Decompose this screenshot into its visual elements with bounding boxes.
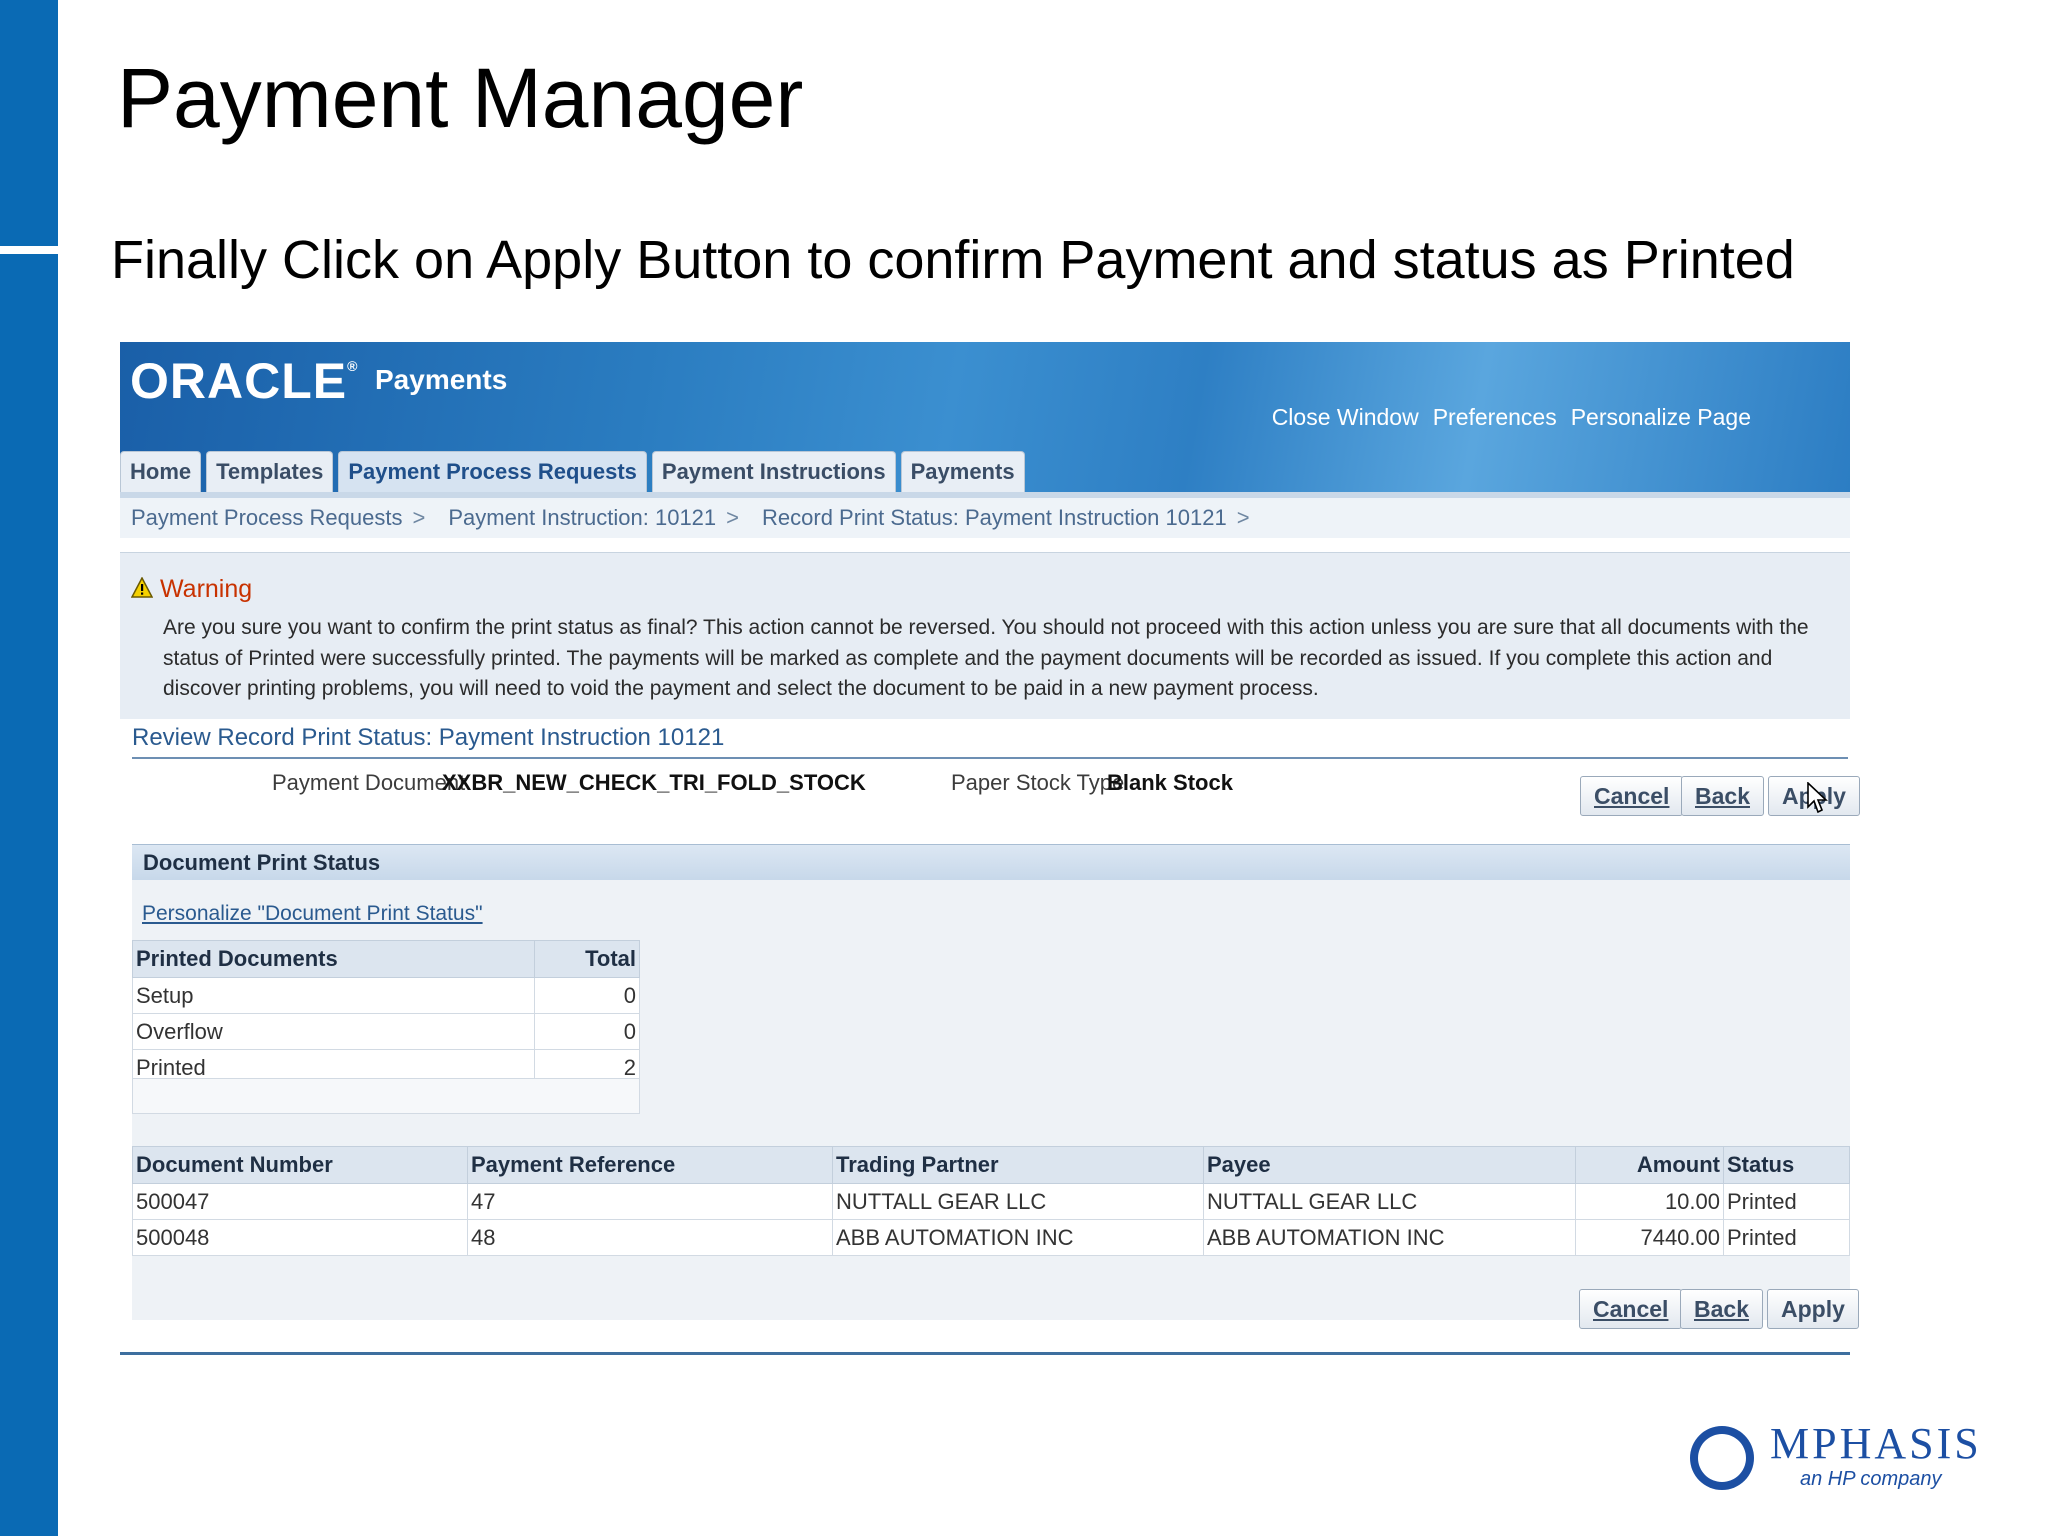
column-status[interactable]: Status	[1723, 1146, 1850, 1184]
table-row: 500048 48 ABB AUTOMATION INC ABB AUTOMAT…	[132, 1219, 1850, 1256]
back-button-top[interactable]: Back	[1681, 776, 1764, 816]
printed-doc-name: Overflow	[132, 1013, 535, 1050]
close-window-link[interactable]: Close Window	[1272, 404, 1419, 431]
warning-title: Warning	[160, 575, 253, 603]
back-button-bottom[interactable]: Back	[1680, 1289, 1763, 1329]
tab-payment-instructions[interactable]: Payment Instructions	[651, 451, 896, 492]
column-document-number[interactable]: Document Number	[132, 1146, 468, 1184]
breadcrumb-payment-process-requests[interactable]: Payment Process Requests	[131, 505, 402, 531]
table-row: 500047 47 NUTTALL GEAR LLC NUTTALL GEAR …	[132, 1183, 1850, 1220]
product-name: Payments	[375, 364, 508, 395]
column-payee[interactable]: Payee	[1203, 1146, 1576, 1184]
review-section-title: Review Record Print Status: Payment Inst…	[132, 724, 725, 751]
oracle-screenshot: ORACLE® Payments Close Window Preference…	[120, 342, 1860, 1370]
printed-documents-table: Printed Documents Total Setup 0 Overflow…	[132, 940, 640, 1086]
payment-reference: 48	[467, 1219, 833, 1256]
personalize-page-link[interactable]: Personalize Page	[1571, 404, 1751, 431]
app-header: ORACLE® Payments Close Window Preference…	[120, 342, 1850, 492]
slide-side-bar	[0, 0, 58, 1536]
breadcrumb-payment-instruction[interactable]: Payment Instruction: 10121	[448, 505, 716, 531]
apply-button-bottom[interactable]: Apply	[1767, 1289, 1859, 1329]
warning-icon	[131, 577, 153, 598]
preferences-link[interactable]: Preferences	[1433, 404, 1557, 431]
printed-doc-name: Setup	[132, 977, 535, 1014]
slide-side-notch	[0, 246, 58, 254]
mphasis-emblem-icon	[1690, 1426, 1754, 1490]
breadcrumb-separator: >	[1236, 505, 1250, 530]
paper-stock-type-value: Blank Stock	[1107, 770, 1233, 795]
cancel-button-bottom[interactable]: Cancel	[1579, 1289, 1683, 1329]
warning-message: Are you sure you want to confirm the pri…	[163, 616, 1809, 700]
mouse-cursor-icon	[1807, 782, 1828, 814]
payee: ABB AUTOMATION INC	[1203, 1219, 1576, 1256]
table-row: Setup 0	[132, 977, 640, 1014]
trading-partner: ABB AUTOMATION INC	[832, 1219, 1204, 1256]
cancel-button-top[interactable]: Cancel	[1580, 776, 1684, 816]
printed-doc-total: 0	[534, 977, 640, 1014]
oracle-logo: ORACLE®	[130, 353, 359, 409]
bottom-rule	[120, 1352, 1850, 1355]
document-number: 500047	[132, 1183, 468, 1220]
tab-payment-process-requests[interactable]: Payment Process Requests	[338, 451, 647, 492]
mphasis-logo: MPHASIS an HP company	[1690, 1419, 1979, 1502]
tab-home[interactable]: Home	[120, 451, 202, 492]
printed-doc-total: 0	[534, 1013, 640, 1050]
tab-payments[interactable]: Payments	[900, 451, 1025, 492]
global-links: Close Window Preferences Personalize Pag…	[1272, 404, 1751, 431]
mphasis-brand: MPHASIS	[1770, 1419, 1982, 1468]
column-total[interactable]: Total	[534, 940, 640, 978]
review-section-rule	[132, 757, 1848, 759]
breadcrumb-separator: >	[726, 505, 740, 530]
column-trading-partner[interactable]: Trading Partner	[832, 1146, 1204, 1184]
tab-templates[interactable]: Templates	[206, 451, 334, 492]
column-payment-reference[interactable]: Payment Reference	[467, 1146, 833, 1184]
personalize-document-print-status-link[interactable]: Personalize "Document Print Status"	[142, 902, 483, 926]
mphasis-tagline: an HP company	[1800, 1468, 1942, 1490]
printed-documents-table-footer	[132, 1078, 640, 1114]
amount: 7440.00	[1575, 1219, 1724, 1256]
document-number: 500048	[132, 1219, 468, 1256]
paper-stock-type-label: Paper Stock Type	[951, 770, 1125, 795]
column-amount[interactable]: Amount	[1575, 1146, 1724, 1184]
trading-partner: NUTTALL GEAR LLC	[832, 1183, 1204, 1220]
payment-document-label: Payment Document	[272, 770, 466, 795]
warning-box: Warning Are you sure you want to confirm…	[120, 552, 1850, 719]
payment-reference: 47	[467, 1183, 833, 1220]
breadcrumb: Payment Process Requests > Payment Instr…	[120, 498, 1850, 538]
status: Printed	[1723, 1219, 1850, 1256]
tab-bar: Home Templates Payment Process Requests …	[120, 447, 1030, 492]
payment-document-value: XXBR_NEW_CHECK_TRI_FOLD_STOCK	[442, 770, 866, 795]
column-printed-documents[interactable]: Printed Documents	[132, 940, 535, 978]
breadcrumb-record-print-status[interactable]: Record Print Status: Payment Instruction…	[762, 505, 1227, 531]
table-row: Overflow 0	[132, 1013, 640, 1050]
document-print-status-header: Document Print Status	[132, 844, 1850, 880]
breadcrumb-separator: >	[412, 505, 426, 530]
slide-title: Payment Manager	[117, 51, 804, 145]
payee: NUTTALL GEAR LLC	[1203, 1183, 1576, 1220]
status: Printed	[1723, 1183, 1850, 1220]
slide-subtitle: Finally Click on Apply Button to confirm…	[111, 230, 1795, 290]
documents-table: Document Number Payment Reference Tradin…	[132, 1146, 1850, 1256]
amount: 10.00	[1575, 1183, 1724, 1220]
